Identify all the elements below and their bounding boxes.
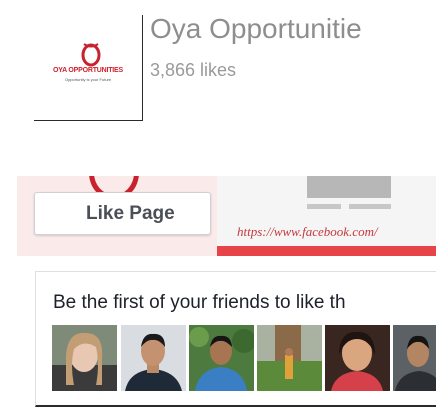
page-title[interactable]: Oya Opportunitie (150, 13, 362, 45)
friend-avatar[interactable] (257, 325, 322, 391)
friend-avatars (52, 325, 436, 391)
cover-url-text: https://www.facebook.com/ (237, 224, 378, 239)
cover-gray-block (307, 176, 391, 198)
friend-avatar[interactable] (393, 325, 436, 391)
cover-gray-line (307, 204, 341, 209)
logo-tagline: Opportunity is your Future (64, 77, 112, 82)
oya-logo-mark-icon (81, 43, 101, 67)
page-profile-picture[interactable]: OYA OPPORTUNITIES Opportunity is your Fu… (34, 15, 143, 121)
avatar-photo (325, 325, 390, 391)
friend-avatar[interactable] (52, 325, 117, 391)
like-page-label: Like Page (86, 203, 175, 224)
friend-avatar[interactable] (121, 325, 186, 391)
avatar-photo (121, 325, 186, 391)
avatar-photo (189, 325, 254, 391)
like-page-button[interactable]: Like Page (34, 192, 211, 235)
friend-avatar[interactable] (189, 325, 254, 391)
avatar-photo (52, 325, 117, 391)
friends-like-box: Be the first of your friends to like th (35, 271, 436, 407)
avatar-photo (393, 325, 436, 391)
cover-gray-line (349, 204, 391, 209)
friend-avatar[interactable] (325, 325, 390, 391)
cover-right-panel: https://www.facebook.com/ (217, 176, 436, 246)
likes-count: 3,866 likes (150, 60, 237, 80)
avatar-photo (257, 325, 322, 391)
friends-like-prompt: Be the first of your friends to like th (53, 292, 346, 313)
facebook-f-icon (55, 205, 69, 221)
logo-title: OYA OPPORTUNITIES (53, 67, 123, 74)
